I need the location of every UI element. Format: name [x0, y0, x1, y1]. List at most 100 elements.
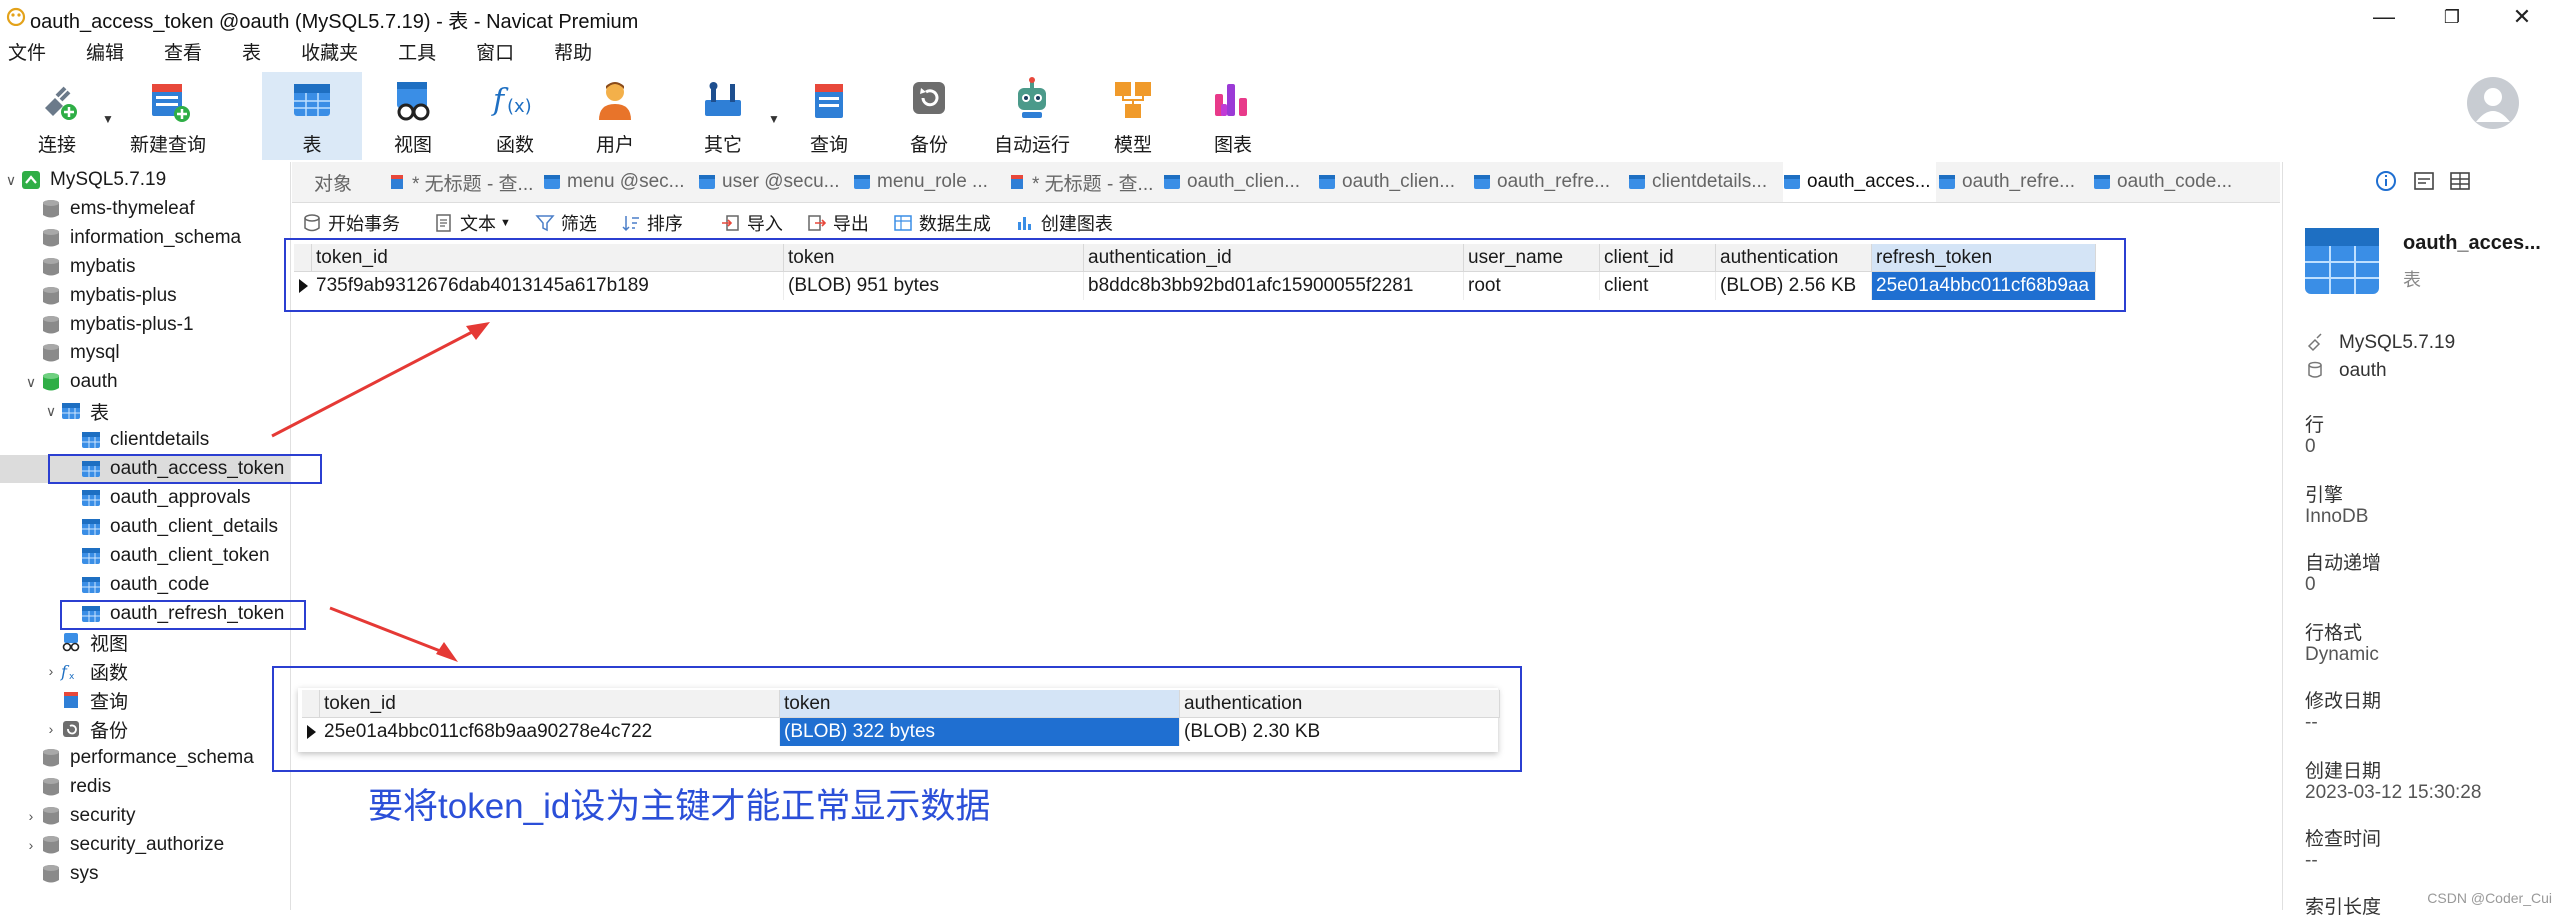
tree-group-item[interactable]: › f x 函数: [42, 657, 128, 685]
info-checktime-value: --: [2305, 850, 2318, 871]
close-button[interactable]: ✕: [2490, 0, 2554, 34]
info-modified-label: 修改日期: [2305, 691, 2382, 712]
tab-item[interactable]: user @secu...: [698, 162, 851, 202]
menu-help[interactable]: 帮助: [554, 36, 592, 68]
table-tab-icon: [1164, 175, 1180, 189]
annotation-box-grid2: [272, 666, 1522, 772]
tree-group-item[interactable]: › 备份: [42, 715, 128, 743]
table-button[interactable]: 表: [262, 72, 362, 160]
menu-view[interactable]: 查看: [164, 36, 202, 68]
tree-database-item[interactable]: performance_schema: [22, 744, 254, 772]
tab-item[interactable]: * 无标题 - 查...: [1008, 162, 1161, 202]
menu-window[interactable]: 窗口: [476, 36, 514, 68]
table-tab-icon: [1319, 175, 1335, 189]
menu-table[interactable]: 表: [242, 36, 261, 68]
model-icon: [1115, 82, 1151, 118]
automation-button[interactable]: 自动运行: [984, 74, 1080, 160]
tab-item[interactable]: oauth_refre...: [1938, 162, 2091, 202]
tree-database-item[interactable]: sys: [22, 860, 99, 888]
connect-dropdown-icon[interactable]: ▼: [102, 112, 114, 126]
columns-icon[interactable]: [2449, 170, 2471, 192]
tree-database-item[interactable]: mybatis-plus-1: [22, 311, 194, 339]
query-button[interactable]: 查询: [786, 74, 872, 160]
table-tab-icon: [1474, 175, 1490, 189]
tab-item[interactable]: oauth_refre...: [1473, 162, 1626, 202]
begin-transaction-button[interactable]: 开始事务: [302, 210, 400, 236]
other-dropdown-icon[interactable]: ▼: [768, 112, 780, 126]
sort-button[interactable]: 排序: [621, 210, 683, 236]
maximize-button[interactable]: ❐: [2420, 0, 2484, 34]
navigation-tree: ∨ MySQL5.7.19 ems-thymeleaf information_sch…: [0, 162, 291, 910]
query-tab-icon: [1011, 175, 1023, 189]
tab-item[interactable]: * 无标题 - 查...: [388, 162, 541, 202]
tree-toggle-icon[interactable]: ›: [22, 808, 40, 824]
tree-toggle-icon[interactable]: ∨: [2, 172, 20, 189]
tree-connection[interactable]: ∨ MySQL5.7.19: [2, 166, 166, 194]
tree-toggle-icon[interactable]: ›: [42, 721, 60, 737]
tree-database-oauth[interactable]: ∨ oauth: [22, 368, 118, 396]
info-rows-value: 0: [2305, 436, 2316, 457]
ddl-icon[interactable]: [2413, 170, 2435, 192]
info-modified-value: --: [2305, 712, 2318, 733]
import-button[interactable]: 导入: [721, 210, 783, 236]
tree-database-item[interactable]: › security: [22, 802, 136, 830]
sort-icon: [622, 216, 639, 232]
menu-edit[interactable]: 编辑: [86, 36, 124, 68]
minimize-button[interactable]: —: [2352, 0, 2416, 34]
avatar[interactable]: [2466, 76, 2520, 130]
database-icon: [43, 228, 59, 247]
tree-table-item[interactable]: oauth_client_details: [62, 513, 278, 541]
new-query-button[interactable]: 新建查询: [120, 74, 216, 160]
text-button[interactable]: 文本 ▼: [434, 210, 511, 236]
tree-database-item[interactable]: › security_authorize: [22, 831, 225, 859]
tab-item[interactable]: oauth_clien...: [1318, 162, 1471, 202]
database-icon: [43, 835, 59, 854]
tab-active[interactable]: oauth_acces...: [1783, 162, 1936, 202]
tree-table-item[interactable]: oauth_client_token: [62, 542, 270, 570]
connect-button[interactable]: 连接: [14, 74, 100, 160]
info-icon[interactable]: [2375, 170, 2397, 192]
tree-database-item[interactable]: mybatis-plus: [22, 282, 177, 310]
tab-item[interactable]: menu_role ...: [853, 162, 1006, 202]
user-button[interactable]: 用户: [572, 74, 658, 160]
filter-button[interactable]: 筛选: [535, 210, 597, 236]
tree-tables-group[interactable]: ∨ 表: [42, 397, 109, 425]
database-icon: [43, 257, 59, 276]
tree-database-item[interactable]: information_schema: [22, 224, 241, 252]
info-index-length-label: 索引长度: [2305, 897, 2382, 918]
tab-item[interactable]: clientdetails...: [1628, 162, 1781, 202]
tree-table-item[interactable]: oauth_approvals: [62, 484, 251, 512]
tree-database-item[interactable]: mysql: [22, 339, 120, 367]
menu-favorites[interactable]: 收藏夹: [301, 36, 358, 68]
menu-file[interactable]: 文件: [8, 36, 46, 68]
export-button[interactable]: 导出: [807, 210, 869, 236]
tree-group-item[interactable]: 查询: [42, 686, 128, 714]
new-query-icon: [152, 84, 190, 122]
tree-database-item[interactable]: mybatis: [22, 253, 135, 281]
info-panel: oauth_acces... 表 MySQL5.7.19 oauth 行 0 引…: [2282, 162, 2560, 918]
function-button[interactable]: f (x) 函数: [472, 74, 558, 160]
table-icon: [62, 403, 80, 420]
data-generation-icon: [894, 215, 912, 231]
tree-toggle-icon[interactable]: ›: [22, 837, 40, 853]
chart-button[interactable]: 图表: [1190, 74, 1276, 160]
tab-item[interactable]: menu @sec...: [543, 162, 696, 202]
tab-objects[interactable]: 对象: [314, 162, 384, 202]
view-button[interactable]: 视图: [370, 74, 456, 160]
menu-tools[interactable]: 工具: [398, 36, 436, 68]
tree-table-item[interactable]: oauth_code: [62, 571, 209, 599]
model-button[interactable]: 模型: [1090, 74, 1176, 160]
tab-item[interactable]: oauth_code...: [2093, 162, 2246, 202]
backup-button[interactable]: 备份: [886, 74, 972, 160]
tree-group-item[interactable]: 视图: [42, 628, 128, 656]
tree-database-item[interactable]: ems-thymeleaf: [22, 195, 195, 223]
data-generation-button[interactable]: 数据生成: [893, 210, 991, 236]
tree-database-item[interactable]: redis: [22, 773, 111, 801]
create-chart-button[interactable]: 创建图表: [1015, 210, 1113, 236]
tree-toggle-icon[interactable]: ∨: [22, 374, 40, 391]
tree-toggle-icon[interactable]: ›: [42, 663, 60, 679]
tab-item[interactable]: oauth_clien...: [1163, 162, 1316, 202]
other-button[interactable]: 其它: [680, 74, 766, 160]
tree-table-item[interactable]: clientdetails: [62, 426, 209, 454]
tree-toggle-icon[interactable]: ∨: [42, 403, 60, 420]
